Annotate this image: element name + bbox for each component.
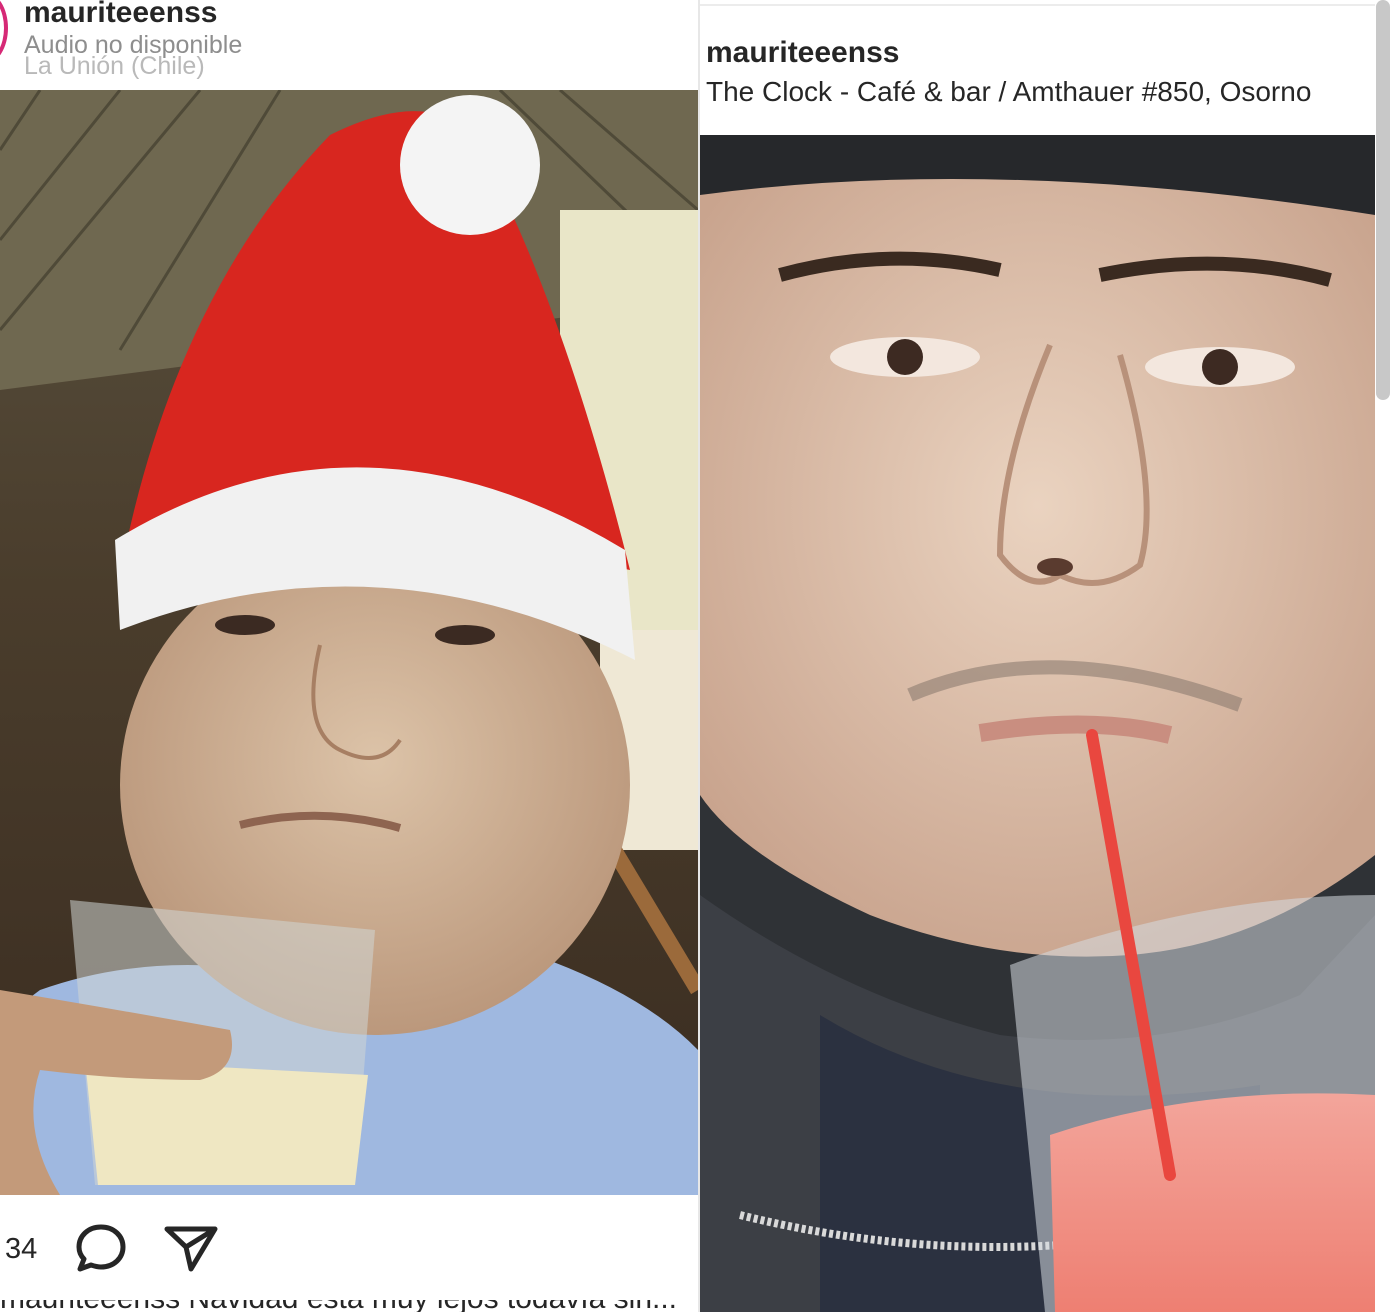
left-post: mauriteeenss Audio no disponible La Unió…: [0, 0, 698, 1312]
post-photo-santa-hat[interactable]: [0, 90, 698, 1195]
photo-illustration: [0, 90, 698, 1195]
comment-icon[interactable]: [74, 1223, 128, 1280]
like-count[interactable]: 34: [5, 1233, 37, 1266]
photo-illustration: [700, 135, 1375, 1312]
avatar[interactable]: [0, 0, 8, 64]
post-location[interactable]: The Clock - Café & bar / Amthauer #850, …: [706, 76, 1311, 108]
top-rule: [700, 4, 1375, 6]
post-username[interactable]: mauriteeenss: [24, 0, 217, 30]
send-icon-graphic: [164, 1226, 218, 1272]
comment-icon-graphic: [76, 1224, 126, 1272]
post-location[interactable]: La Unión (Chile): [24, 52, 205, 81]
caption-text: mauriteeenss Navidad está muy lejos toda…: [0, 1300, 698, 1312]
caption-preview: mauriteeenss Navidad está muy lejos toda…: [0, 1300, 698, 1312]
post-photo-straw-drink[interactable]: [700, 135, 1375, 1312]
post-username[interactable]: mauriteeenss: [706, 36, 899, 70]
right-post: mauriteeenss The Clock - Café & bar / Am…: [700, 0, 1392, 1312]
send-icon[interactable]: [163, 1223, 219, 1278]
scrollbar[interactable]: [1376, 0, 1390, 400]
